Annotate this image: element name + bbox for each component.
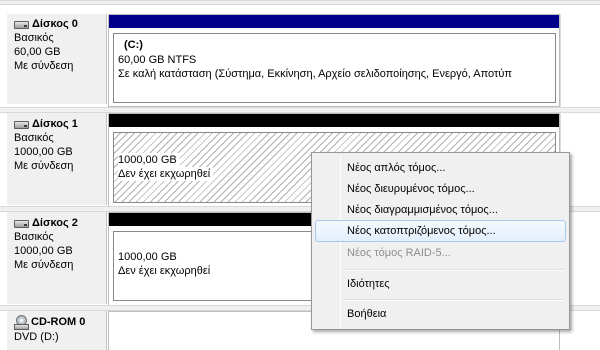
disk-1-unallocated-state: Δεν έχει εκχωρηθεί [118, 167, 214, 181]
menu-new-mirrored-volume[interactable]: Νέος κατοπτριζόμενος τόμος... [315, 220, 566, 242]
disk-0-name: Δίσκος 0 [32, 18, 78, 30]
partition-c-health: Σε καλή κατάσταση (Σύστημα, Εκκίνηση, Αρ… [118, 68, 512, 80]
disk-0-type: Βασικός [14, 32, 54, 44]
menu-new-spanned-volume[interactable]: Νέος διευρυμένος τόμος... [315, 178, 566, 200]
disk-1-type: Βασικός [14, 132, 54, 144]
disk-1-size: 1000,00 GB [14, 146, 73, 158]
unallocated-bar [109, 114, 559, 127]
menu-separator [344, 269, 564, 271]
menu-help[interactable]: Βοήθεια [315, 303, 566, 325]
disk-2-unallocated-size: 1000,00 GB [118, 251, 177, 263]
disk-1-info[interactable]: Δίσκος 1 Βασικός 1000,00 GB Με σύνδεση [7, 113, 107, 205]
partition-c[interactable]: (C:) 60,00 GB NTFS Σε καλή κατάσταση (Σύ… [113, 33, 556, 103]
cdrom-0-drive: DVD (D:) [14, 331, 59, 343]
top-separator [0, 0, 600, 5]
disk-1-unallocated-size: 1000,00 GB [118, 153, 180, 167]
disk-0-size: 60,00 GB [14, 46, 61, 58]
disk-0-partition-area: (C:) 60,00 GB NTFS Σε καλή κατάσταση (Σύ… [108, 14, 560, 107]
disk-2-status: Με σύνδεση [14, 259, 74, 271]
context-menu: Νέος απλός τόμος... Νέος διευρυμένος τόμ… [311, 152, 570, 330]
menu-separator [344, 299, 564, 301]
disk-2-unallocated-state: Δεν έχει εκχωρηθεί [118, 265, 211, 277]
hard-disk-icon [14, 19, 29, 30]
cd-rom-icon [14, 315, 29, 330]
disk-1-status: Με σύνδεση [14, 160, 74, 172]
menu-new-simple-volume[interactable]: Νέος απλός τόμος... [315, 157, 566, 179]
menu-new-raid5-volume: Νέος τόμος RAID-5... [347, 247, 451, 259]
cdrom-0-name: CD-ROM 0 [31, 316, 86, 328]
disk-0-info[interactable]: Δίσκος 0 Βασικός 60,00 GB Με σύνδεση [7, 14, 107, 104]
hard-disk-icon [14, 119, 29, 130]
partition-c-label: (C:) [124, 39, 143, 51]
partition-c-size: 60,00 GB NTFS [118, 54, 197, 66]
disk-2-info[interactable]: Δίσκος 2 Βασικός 1000,00 GB Με σύνδεση [7, 212, 107, 304]
cdrom-0-info[interactable]: CD-ROM 0 DVD (D:) [7, 311, 107, 350]
menu-new-striped-volume[interactable]: Νέος διαγραμμισμένος τόμος... [315, 199, 566, 221]
disk-2-size: 1000,00 GB [14, 245, 73, 257]
disk-2-name: Δίσκος 2 [32, 217, 78, 229]
disk-1-name: Δίσκος 1 [32, 118, 78, 130]
disk-0-status: Με σύνδεση [14, 60, 74, 72]
primary-partition-bar [109, 15, 559, 28]
menu-properties[interactable]: Ιδιότητες [315, 273, 566, 295]
disk-2-type: Βασικός [14, 231, 54, 243]
hard-disk-icon [14, 218, 29, 229]
